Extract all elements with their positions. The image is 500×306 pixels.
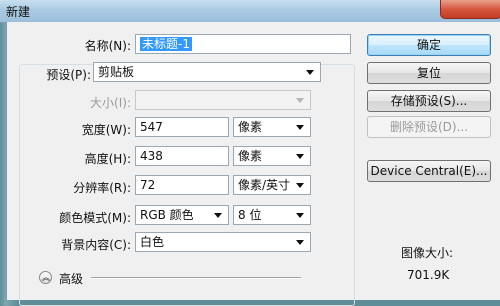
color-mode-label: 颜色模式(M): [59, 211, 131, 225]
background-select[interactable]: 白色 [135, 232, 311, 252]
width-unit-select[interactable]: 像素 [233, 117, 311, 137]
delete-preset-button: 删除预设(D)... [367, 116, 491, 138]
resolution-label: 分辨率(R): [73, 181, 131, 195]
height-input[interactable]: 438 [135, 146, 229, 166]
resolution-unit: 像素/英寸 [238, 178, 291, 192]
color-mode-value: RGB 颜色 [140, 208, 194, 222]
chevron-down-icon [214, 213, 222, 218]
advanced-expander[interactable]: ︽ [39, 271, 52, 284]
background-label: 背景内容(C): [61, 238, 131, 252]
background-value: 白色 [140, 235, 165, 249]
width-input[interactable]: 547 [135, 117, 229, 137]
advanced-divider [91, 277, 301, 279]
device-central-button[interactable]: Device Central(E)... [367, 160, 491, 182]
advanced-label[interactable]: 高级 [59, 270, 83, 287]
chevron-double-up-icon: ︽ [42, 273, 50, 282]
chevron-down-icon [296, 154, 304, 159]
chevron-down-icon [296, 183, 304, 188]
preset-select[interactable]: 剪贴板 [93, 62, 321, 82]
width-label: 宽度(W): [81, 123, 131, 137]
window-title: 新建 [6, 5, 31, 19]
screen: { "window": { "title": "新建" }, "form": {… [0, 0, 500, 306]
name-input-value: 未标题-1 [140, 37, 192, 51]
bit-depth-select[interactable]: 8 位 [233, 205, 311, 225]
preset-value: 剪贴板 [98, 65, 135, 79]
size-select [135, 90, 311, 110]
preset-label: 预设(P): [21, 66, 91, 83]
name-label: 名称(N): [84, 39, 131, 53]
resolution-unit-select[interactable]: 像素/英寸 [233, 175, 311, 195]
image-size-value: 701.9K [407, 268, 450, 282]
height-unit-select[interactable]: 像素 [233, 146, 311, 166]
bit-depth-value: 8 位 [238, 208, 262, 222]
size-label: 大小(I): [90, 96, 131, 110]
color-mode-select[interactable]: RGB 颜色 [135, 205, 229, 225]
reset-button[interactable]: 复位 [367, 62, 491, 84]
ok-button[interactable]: 确定 [367, 34, 491, 56]
width-unit: 像素 [238, 120, 263, 134]
chevron-down-icon [296, 240, 304, 245]
title-bar: 新建 [0, 0, 500, 23]
image-size-label: 图像大小: [401, 246, 454, 260]
new-document-dialog: 名称(N): 未标题-1 预设(P): 剪贴板 大小(I): 宽度(W): 54… [6, 22, 500, 306]
close-button[interactable] [440, 0, 500, 19]
resolution-input[interactable]: 72 [135, 175, 229, 195]
chevron-down-icon [296, 125, 304, 130]
name-input[interactable]: 未标题-1 [135, 34, 351, 54]
resolution-value: 72 [140, 178, 156, 192]
save-preset-button[interactable]: 存储预设(S)... [367, 90, 491, 112]
height-unit: 像素 [238, 149, 263, 163]
chevron-down-icon [306, 70, 314, 75]
width-value: 547 [140, 120, 163, 134]
chevron-down-icon [296, 213, 304, 218]
height-label: 高度(H): [84, 152, 131, 166]
chevron-down-icon [296, 98, 304, 103]
height-value: 438 [140, 149, 163, 163]
